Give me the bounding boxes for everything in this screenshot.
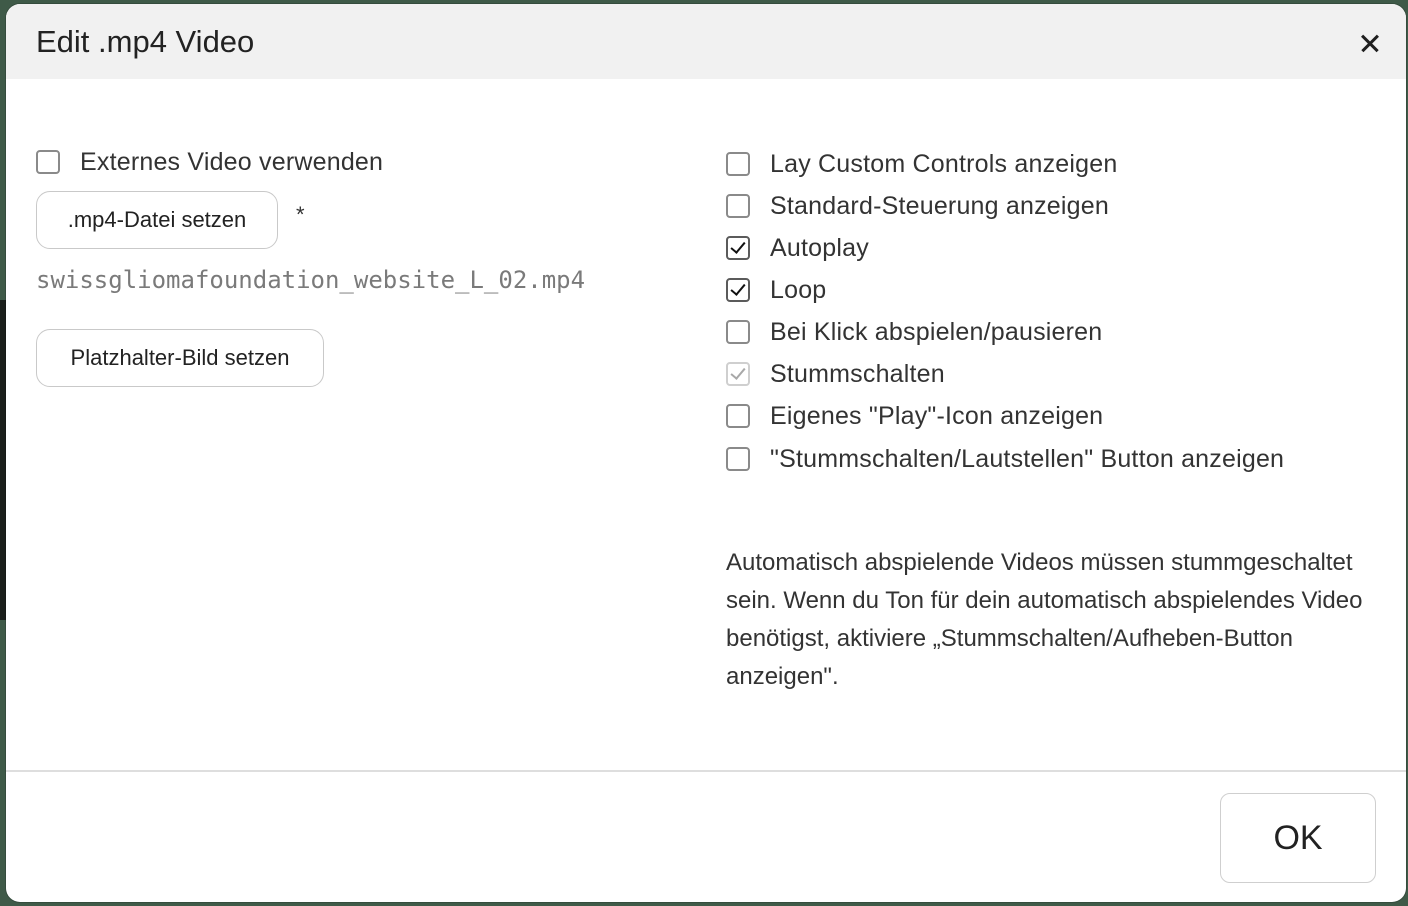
option-click-play-pause[interactable]: Bei Klick abspielen/pausieren [726,317,1102,347]
edit-video-dialog: Edit .mp4 Video Externes Video verwenden… [6,4,1406,902]
option-label: Autoplay [770,234,869,262]
close-icon[interactable] [1350,24,1390,64]
checkbox-loop[interactable] [726,278,750,302]
option-lay-custom-controls[interactable]: Lay Custom Controls anzeigen [726,149,1117,179]
checkbox-mute-unmute-button[interactable] [726,447,750,471]
option-label: Standard-Steuerung anzeigen [770,192,1109,220]
set-mp4-file-button[interactable]: .mp4-Datei setzen [36,191,278,249]
external-video-option[interactable]: Externes Video verwenden [36,147,383,177]
external-video-label: Externes Video verwenden [80,148,384,176]
required-marker: * [296,202,305,227]
ok-button[interactable]: OK [1220,793,1376,883]
option-mute-unmute-button[interactable]: "Stummschalten/Lautstellen" Button anzei… [726,444,1284,474]
option-label: Eigenes "Play"-Icon anzeigen [770,402,1104,430]
external-video-checkbox[interactable] [36,150,60,174]
checkbox-custom-play-icon[interactable] [726,404,750,428]
checkbox-click-play-pause[interactable] [726,320,750,344]
option-custom-play-icon[interactable]: Eigenes "Play"-Icon anzeigen [726,401,1103,431]
option-loop[interactable]: Loop [726,275,826,305]
set-placeholder-image-button[interactable]: Platzhalter-Bild setzen [36,329,324,387]
option-label: Bei Klick abspielen/pausieren [770,318,1103,346]
dialog-header: Edit .mp4 Video [6,4,1406,79]
checkbox-standard-controls[interactable] [726,194,750,218]
option-autoplay[interactable]: Autoplay [726,233,869,263]
option-label: Stummschalten [770,360,945,388]
selected-filename: swissgliomafoundation_website_L_02.mp4 [36,266,586,294]
option-mute: Stummschalten [726,359,945,389]
checkbox-mute [726,362,750,386]
dialog-title: Edit .mp4 Video [36,24,255,59]
option-label: Lay Custom Controls anzeigen [770,150,1118,178]
option-standard-controls[interactable]: Standard-Steuerung anzeigen [726,191,1109,221]
footer-divider [6,770,1406,772]
option-label: "Stummschalten/Lautstellen" Button anzei… [770,445,1285,473]
option-label: Loop [770,276,827,304]
checkbox-lay-custom-controls[interactable] [726,152,750,176]
checkbox-autoplay[interactable] [726,236,750,260]
autoplay-note: Automatisch abspielende Videos müssen st… [726,549,1363,690]
